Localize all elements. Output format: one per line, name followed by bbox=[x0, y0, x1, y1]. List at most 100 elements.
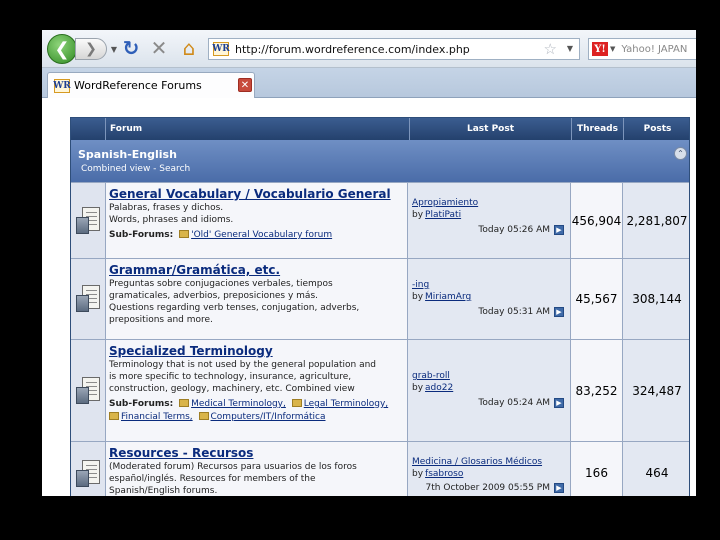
folder-icon bbox=[179, 399, 190, 407]
folder-icon bbox=[291, 399, 302, 407]
tab-close-icon[interactable]: ✕ bbox=[238, 78, 252, 92]
url-dropdown-icon[interactable]: ▼ bbox=[567, 44, 573, 53]
header-last-post: Last Post bbox=[409, 118, 571, 140]
navigation-toolbar: ❮ ❯ ▼ ↻ ✕ ⌂ WR http://forum.wordreferenc… bbox=[42, 30, 696, 68]
last-post-thread-link[interactable]: -ing bbox=[412, 280, 429, 290]
forum-description: Palabras, frases y dichos. Words, phrase… bbox=[109, 202, 407, 226]
search-box[interactable]: Y! ▼ Yahoo! JAPAN bbox=[588, 38, 696, 60]
last-post-time-text: Today 05:24 AM bbox=[478, 398, 550, 408]
last-post-author: by MiriamArg bbox=[412, 292, 471, 302]
last-post-user-link[interactable]: PlatiPati bbox=[425, 210, 461, 220]
go-to-last-post-icon[interactable]: ▶ bbox=[554, 307, 564, 317]
history-dropdown-button[interactable]: ▼ bbox=[108, 40, 120, 58]
last-post-by: by bbox=[412, 210, 424, 220]
posts-count: 464 bbox=[623, 442, 689, 496]
go-to-last-post-icon[interactable]: ▶ bbox=[554, 398, 564, 408]
last-post-user-link[interactable]: MiriamArg bbox=[425, 292, 471, 302]
page-content: Forum Last Post Threads Posts Spanish-En… bbox=[42, 99, 696, 496]
forum-status-icon bbox=[76, 376, 100, 405]
back-arrow-icon: ❮ bbox=[54, 38, 70, 60]
chevron-down-icon: ▼ bbox=[110, 44, 118, 54]
home-button[interactable]: ⌂ bbox=[177, 36, 201, 60]
forum-description-line: Words, phrases and idioms. bbox=[109, 215, 234, 225]
reload-button[interactable]: ↻ bbox=[120, 36, 142, 60]
forum-status-icon bbox=[76, 459, 100, 488]
category-header: Spanish-English Combined view - Search ⌃ bbox=[71, 140, 689, 182]
forum-status-cell bbox=[71, 259, 106, 339]
forum-status-cell bbox=[71, 183, 106, 258]
header-forum: Forum bbox=[105, 118, 409, 140]
header-posts: Posts bbox=[623, 118, 689, 140]
forum-info-cell: Grammar/Gramática, etc. Preguntas sobre … bbox=[106, 259, 408, 339]
category-title[interactable]: Spanish-English bbox=[78, 148, 177, 161]
search-input[interactable]: Yahoo! JAPAN bbox=[621, 44, 687, 55]
last-post-thread-link[interactable]: Medicina / Glosarios Médicos bbox=[412, 457, 542, 467]
forward-button[interactable]: ❯ bbox=[75, 38, 107, 60]
forum-status-icon bbox=[76, 285, 100, 313]
forum-description-line: construction, geology, machinery, etc. C… bbox=[109, 384, 355, 394]
forum-status-cell bbox=[71, 442, 106, 496]
tab-wordreference-forums[interactable]: WR WordReference Forums ✕ bbox=[47, 72, 255, 98]
back-button[interactable]: ❮ bbox=[47, 34, 77, 64]
url-bar[interactable]: WR http://forum.wordreference.com/index.… bbox=[208, 38, 580, 60]
last-post-time: Today 05:31 AM ▶ bbox=[478, 307, 564, 317]
last-post-by: by bbox=[412, 292, 424, 302]
last-post-by: by bbox=[412, 383, 424, 393]
category-links-separator: - bbox=[150, 164, 160, 174]
subforum-link[interactable]: Computers/IT/Informática bbox=[211, 412, 326, 422]
forum-title-link[interactable]: Specialized Terminology bbox=[109, 344, 407, 358]
yahoo-search-engine-icon[interactable]: Y! bbox=[592, 42, 608, 56]
stop-icon: ✕ bbox=[150, 36, 168, 60]
last-post-time: Today 05:26 AM ▶ bbox=[478, 225, 564, 235]
forum-title-link[interactable]: Resources - Recursos bbox=[109, 446, 407, 460]
forum-description-line: gramaticales, adverbios, preposiciones y… bbox=[109, 291, 318, 301]
stop-button[interactable]: ✕ bbox=[148, 36, 170, 60]
last-post-user-link[interactable]: fsabroso bbox=[425, 469, 463, 479]
tab-strip: WR WordReference Forums ✕ bbox=[42, 68, 696, 98]
forum-row-general-vocabulary: General Vocabulary / Vocabulario General… bbox=[71, 182, 689, 258]
forum-status-cell bbox=[71, 340, 106, 441]
combined-view-link[interactable]: Combined view bbox=[81, 164, 150, 174]
forum-row-grammar: Grammar/Gramática, etc. Preguntas sobre … bbox=[71, 258, 689, 339]
collapse-icon[interactable]: ⌃ bbox=[674, 147, 687, 160]
bookmark-star-icon[interactable]: ☆ bbox=[544, 40, 557, 58]
last-post-time-text: Today 05:26 AM bbox=[478, 225, 550, 235]
folder-icon bbox=[109, 412, 119, 420]
site-favicon-icon: WR bbox=[212, 42, 230, 56]
subforums-list: Sub-Forums: Medical Terminology, Legal T… bbox=[109, 398, 407, 424]
forum-row-resources: Resources - Recursos (Moderated forum) R… bbox=[71, 441, 689, 496]
url-text[interactable]: http://forum.wordreference.com/index.php bbox=[235, 43, 470, 56]
search-engine-dropdown-icon[interactable]: ▼ bbox=[610, 45, 615, 53]
posts-count: 324,487 bbox=[623, 340, 689, 441]
forum-row-specialized-terminology: Specialized Terminology Terminology that… bbox=[71, 339, 689, 441]
subforum-link[interactable]: Medical Terminology, bbox=[191, 399, 286, 409]
subforum-link[interactable]: 'Old' General Vocabulary forum bbox=[191, 230, 332, 240]
subforum-link[interactable]: Financial Terms, bbox=[121, 412, 193, 422]
search-link[interactable]: Search bbox=[159, 164, 190, 174]
forum-description-line: Preguntas sobre conjugaciones verbales, … bbox=[109, 279, 333, 289]
last-post-thread-link[interactable]: grab-roll bbox=[412, 371, 450, 381]
last-post-thread-link[interactable]: Apropiamiento bbox=[412, 198, 478, 208]
forum-title-link[interactable]: General Vocabulary / Vocabulario General bbox=[109, 187, 407, 201]
subforums-list: Sub-Forums: 'Old' General Vocabulary for… bbox=[109, 229, 407, 242]
folder-icon bbox=[198, 412, 209, 420]
forum-info-cell: Resources - Recursos (Moderated forum) R… bbox=[106, 442, 408, 496]
forum-description-line: Terminology that is not used by the gene… bbox=[109, 360, 377, 370]
go-to-last-post-icon[interactable]: ▶ bbox=[554, 225, 564, 235]
last-post-author: by PlatiPati bbox=[412, 210, 461, 220]
forum-description-line: Palabras, frases y dichos. bbox=[109, 203, 224, 213]
last-post-cell: -ing by MiriamArg Today 05:31 AM ▶ bbox=[408, 259, 571, 339]
last-post-user-link[interactable]: ado22 bbox=[425, 383, 453, 393]
forum-description-line: español/inglés. Resources for members of… bbox=[109, 474, 316, 484]
go-to-last-post-icon[interactable]: ▶ bbox=[554, 483, 564, 493]
forum-title-link[interactable]: Grammar/Gramática, etc. bbox=[109, 263, 407, 277]
forum-description-line: Spanish/English forums. bbox=[109, 486, 218, 496]
folder-icon bbox=[179, 230, 190, 238]
subforum-link[interactable]: Legal Terminology, bbox=[304, 399, 388, 409]
table-header: Forum Last Post Threads Posts bbox=[71, 118, 689, 140]
last-post-author: by ado22 bbox=[412, 383, 453, 393]
forum-description-line: is more specific to technology, insuranc… bbox=[109, 372, 352, 382]
last-post-cell: Medicina / Glosarios Médicos by fsabroso … bbox=[408, 442, 571, 496]
forum-description-line: prepositions and more. bbox=[109, 315, 213, 325]
threads-count: 166 bbox=[571, 442, 623, 496]
